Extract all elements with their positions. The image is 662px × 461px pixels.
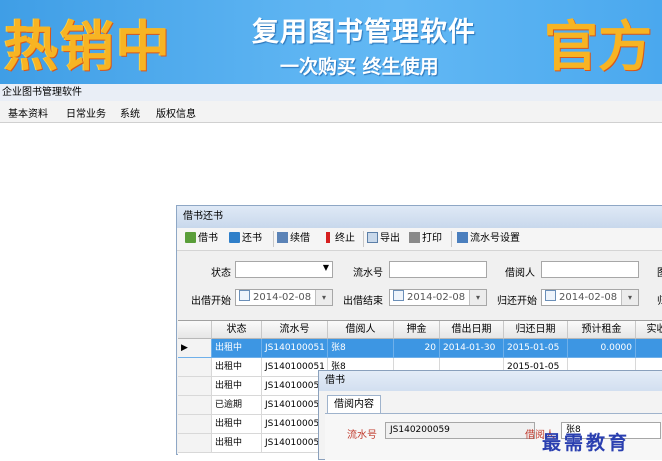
- banner-title: 复用图书管理软件: [252, 17, 476, 48]
- row-pointer-icon: ▶: [178, 339, 212, 358]
- lend-start-date[interactable]: 2014-02-08 ▾: [235, 289, 333, 306]
- lend-start-label: 出借开始: [191, 296, 231, 307]
- truncated-label: 归: [657, 292, 662, 307]
- col-header-borrower[interactable]: 借阅人: [328, 321, 394, 339]
- return-icon: [229, 232, 240, 243]
- checkbox-icon[interactable]: [545, 290, 556, 301]
- status-label: 状态: [211, 268, 231, 279]
- cell-return-date: 2015-01-05: [504, 339, 568, 358]
- promo-banner: 热销中 复用图书管理软件 一次购买 终生使用 官方: [0, 0, 662, 84]
- row-header-corner: [178, 321, 212, 339]
- menu-system[interactable]: 系统: [120, 105, 140, 120]
- row-header: [178, 434, 212, 453]
- app-title-bar: 企业图书管理软件: [0, 84, 662, 101]
- renew-icon: [277, 232, 288, 243]
- popup-serial-field[interactable]: JS140200059: [385, 422, 535, 439]
- cell-status: 出租中: [212, 415, 262, 434]
- col-header-est-rent[interactable]: 预计租金: [568, 321, 636, 339]
- dialog-title: 借书还书: [177, 206, 662, 229]
- col-header-received[interactable]: 实收: [636, 321, 662, 339]
- borrower-input[interactable]: [541, 261, 639, 278]
- dialog-toolbar: 借书 还书 续借 终止 导出 打印 流水号设置: [177, 228, 662, 251]
- calendar-dropdown-icon[interactable]: ▾: [469, 290, 486, 305]
- serial-settings-button[interactable]: 流水号设置: [457, 231, 520, 247]
- banner-official-text: 官方: [544, 15, 652, 78]
- status-select[interactable]: ▼: [235, 261, 333, 278]
- cell-status: 已逾期: [212, 396, 262, 415]
- exclamation-icon: [326, 232, 330, 243]
- tab-borrow-content[interactable]: 借阅内容: [327, 395, 381, 414]
- checkbox-icon[interactable]: [239, 290, 250, 301]
- app-title: 企业图书管理软件: [2, 87, 82, 98]
- terminate-button[interactable]: 终止: [323, 231, 355, 247]
- terminate-label: 终止: [335, 233, 355, 244]
- col-header-return-date[interactable]: 归还日期: [504, 321, 568, 339]
- menu-basic-data[interactable]: 基本资料: [8, 105, 48, 120]
- lend-start-value: 2014-02-08: [253, 292, 312, 303]
- col-header-deposit[interactable]: 押金: [394, 321, 440, 339]
- menu-copyright[interactable]: 版权信息: [156, 105, 196, 120]
- export-label: 导出: [380, 233, 400, 244]
- col-header-serial[interactable]: 流水号: [262, 321, 328, 339]
- truncated-label: 图: [657, 264, 662, 279]
- toolbar-separator: [451, 231, 452, 247]
- export-button[interactable]: 导出: [367, 231, 400, 247]
- borrow-icon: [185, 232, 196, 243]
- return-button[interactable]: 还书: [229, 231, 262, 247]
- cell-deposit: 20: [394, 339, 440, 358]
- lend-end-value: 2014-02-08: [407, 292, 466, 303]
- chevron-down-icon: ▼: [322, 263, 329, 272]
- row-header: [178, 396, 212, 415]
- banner-subtitle: 一次购买 终生使用: [280, 56, 439, 78]
- menu-bar: 基本资料 日常业务 系统 版权信息: [0, 101, 662, 123]
- table-row[interactable]: ▶ 出租中 JS140100051 张8 20 2014-01-30 2015-…: [178, 339, 662, 358]
- cell-received: [636, 339, 662, 358]
- menu-daily-business[interactable]: 日常业务: [66, 105, 106, 120]
- print-icon: [409, 232, 420, 243]
- watermark-text: 最需教育: [542, 432, 631, 454]
- calendar-dropdown-icon[interactable]: ▾: [315, 290, 332, 305]
- cell-borrower: 张8: [328, 339, 394, 358]
- cell-status: 出租中: [212, 339, 262, 358]
- borrower-label: 借阅人: [505, 268, 535, 279]
- col-header-lend-date[interactable]: 借出日期: [440, 321, 504, 339]
- print-button[interactable]: 打印: [409, 231, 442, 247]
- row-header: [178, 415, 212, 434]
- renew-button[interactable]: 续借: [277, 231, 310, 247]
- cell-status: 出租中: [212, 434, 262, 453]
- return-start-value: 2014-02-08: [559, 292, 618, 303]
- cell-est-rent: 0.0000: [568, 339, 636, 358]
- return-start-label: 归还开始: [497, 296, 537, 307]
- print-label: 打印: [422, 233, 442, 244]
- checkbox-icon[interactable]: [393, 290, 404, 301]
- renew-label: 续借: [290, 233, 310, 244]
- row-header: [178, 358, 212, 377]
- export-icon: [367, 232, 378, 243]
- col-header-status[interactable]: 状态: [212, 321, 262, 339]
- serial-label: 流水号: [353, 268, 383, 279]
- cell-status: 出租中: [212, 358, 262, 377]
- serial-settings-label: 流水号设置: [470, 233, 520, 244]
- lend-end-date[interactable]: 2014-02-08 ▾: [389, 289, 487, 306]
- cell-serial: JS140100051: [262, 339, 328, 358]
- popup-serial-label: 流水号: [347, 430, 377, 441]
- borrow-button[interactable]: 借书: [185, 231, 218, 247]
- popup-title: 借书: [319, 371, 662, 391]
- cell-lend-date: 2014-01-30: [440, 339, 504, 358]
- row-header: [178, 377, 212, 396]
- banner-hot-text: 热销中: [4, 15, 172, 78]
- settings-icon: [457, 232, 468, 243]
- calendar-dropdown-icon[interactable]: ▾: [621, 290, 638, 305]
- return-start-date[interactable]: 2014-02-08 ▾: [541, 289, 639, 306]
- toolbar-separator: [363, 231, 364, 247]
- serial-input[interactable]: [389, 261, 487, 278]
- toolbar-separator: [273, 231, 274, 247]
- cell-status: 出租中: [212, 377, 262, 396]
- borrow-label: 借书: [198, 233, 218, 244]
- lend-end-label: 出借结束: [343, 296, 383, 307]
- return-label: 还书: [242, 233, 262, 244]
